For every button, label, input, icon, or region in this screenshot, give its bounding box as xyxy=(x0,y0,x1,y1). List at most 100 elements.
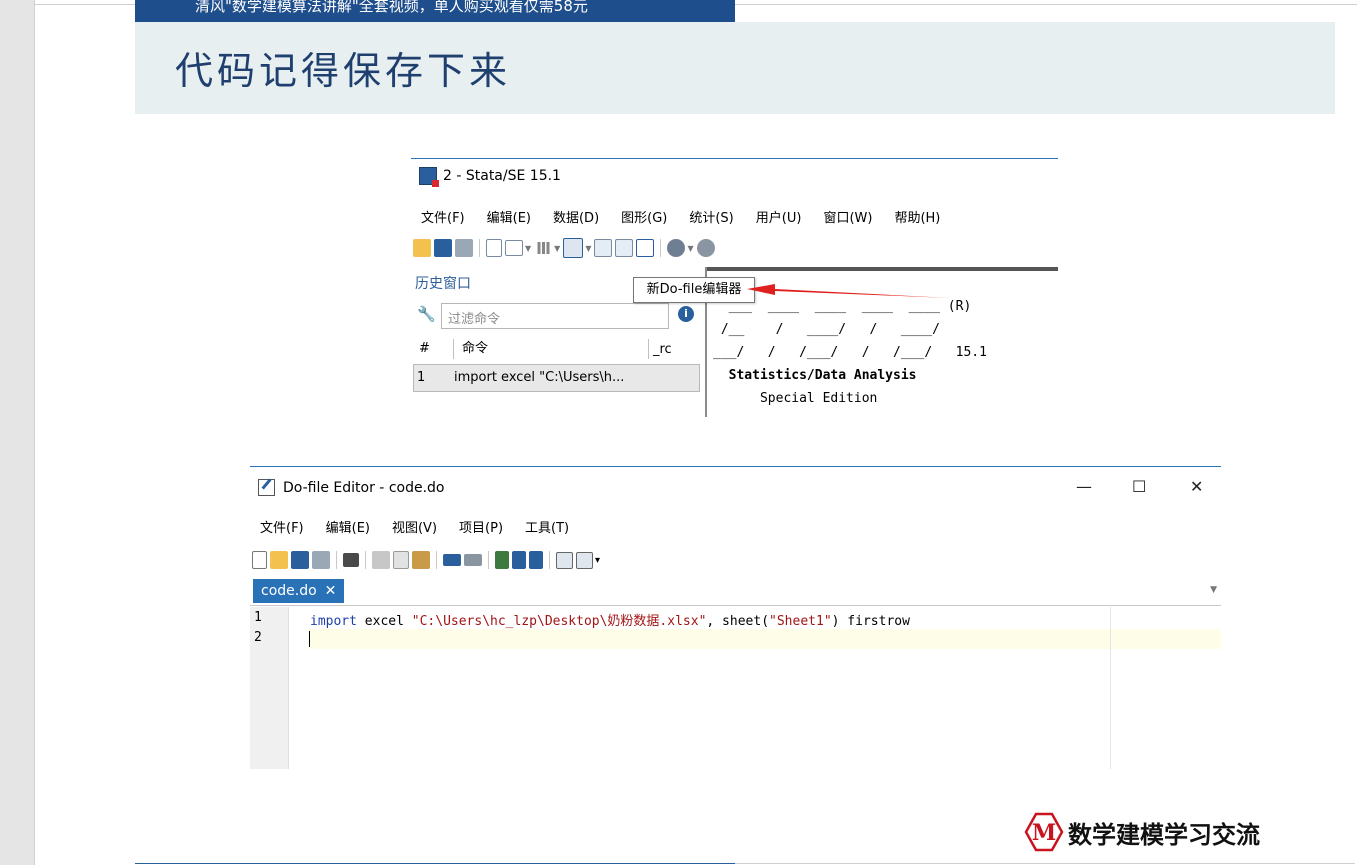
graph-dropdown-icon[interactable]: ▼ xyxy=(554,244,560,253)
results-window: ___ ____ ____ ____ ____ (R) /__ / ____/ … xyxy=(713,295,987,410)
execute-icon[interactable] xyxy=(576,551,593,569)
history-row-number: 1 xyxy=(417,370,426,385)
tab-close-icon[interactable]: ✕ xyxy=(325,583,337,599)
variables-manager-icon[interactable] xyxy=(636,239,655,257)
stata-app-icon xyxy=(419,167,439,187)
menu-user[interactable]: 用户(U) xyxy=(756,207,802,226)
menu-help[interactable]: 帮助(H) xyxy=(894,207,940,226)
red-arrow-icon xyxy=(747,284,950,298)
dofile-menu-bar: 文件(F) 编辑(E) 视图(V) 项目(P) 工具(T) xyxy=(260,517,591,536)
new-dofile-editor-icon[interactable] xyxy=(563,238,584,258)
filter-commands-input[interactable]: 过滤命令 xyxy=(441,303,669,329)
wrench-icon[interactable]: 🔧 xyxy=(417,305,436,323)
brand-text: 数学建模学习交流 xyxy=(1068,820,1260,849)
dofile-toolbar: ▾ xyxy=(252,549,600,571)
toolbar-separator xyxy=(436,551,437,569)
viewer-dropdown-icon[interactable]: ▼ xyxy=(525,244,531,253)
more-dropdown-icon[interactable]: ▼ xyxy=(687,244,693,253)
move-down-icon[interactable] xyxy=(529,551,543,569)
redo-icon[interactable] xyxy=(464,554,482,566)
dofile-menu-tools[interactable]: 工具(T) xyxy=(525,517,569,536)
menu-window[interactable]: 窗口(W) xyxy=(823,207,872,226)
stata-title-bar: 2 - Stata/SE 15.1 xyxy=(419,167,561,187)
print-icon[interactable] xyxy=(312,551,330,569)
graph-icon[interactable] xyxy=(534,242,553,254)
promo-banner: 清风"数学建模算法讲解"全套视频，单人购买观看仅需58元 xyxy=(135,0,735,22)
stata-subtitle: Statistics/Data Analysis xyxy=(713,368,917,383)
toolbar-separator xyxy=(365,551,366,569)
dofile-dropdown-icon[interactable]: ▼ xyxy=(585,244,591,253)
move-up-icon[interactable] xyxy=(512,551,526,569)
line-number-gutter: 1 2 xyxy=(250,607,289,769)
bottom-rule xyxy=(135,863,735,864)
brand-watermark: M 数学建模学习交流 xyxy=(1024,812,1260,852)
code-string-path: "C:\Users\hc_lzp\Desktop\奶粉数据.xlsx" xyxy=(411,614,707,629)
save-icon[interactable] xyxy=(434,239,452,257)
menu-edit[interactable]: 编辑(E) xyxy=(487,207,531,226)
code-keyword: import xyxy=(310,614,357,629)
copy-icon[interactable] xyxy=(393,551,409,569)
menu-graphics[interactable]: 图形(G) xyxy=(621,207,667,226)
tab-list-dropdown-icon[interactable]: ▼ xyxy=(1210,585,1217,595)
open-folder-icon[interactable] xyxy=(413,239,431,257)
more-icon[interactable] xyxy=(667,239,686,257)
history-row-command: import excel "C:\Users\h... xyxy=(454,370,625,385)
indent-icon[interactable] xyxy=(495,551,509,569)
find-icon[interactable] xyxy=(343,553,359,567)
column-header-number[interactable]: # xyxy=(419,341,430,356)
open-folder-icon[interactable] xyxy=(270,551,288,569)
code-text: , sheet( xyxy=(706,614,770,629)
code-text: excel xyxy=(356,614,412,629)
dofile-tab-bar: code.do ✕ ▼ xyxy=(250,577,1221,606)
info-icon[interactable]: i xyxy=(678,306,694,322)
history-row[interactable]: 1 import excel "C:\Users\h... xyxy=(413,364,700,392)
toolbar-separator xyxy=(479,239,480,257)
history-panel-title: 历史窗口 xyxy=(415,276,471,292)
new-dofile-tooltip: 新Do-file编辑器 xyxy=(633,277,755,303)
save-icon[interactable] xyxy=(291,551,309,569)
data-browser-icon[interactable] xyxy=(615,239,634,257)
paste-icon[interactable] xyxy=(412,551,430,569)
close-button[interactable]: ✕ xyxy=(1190,477,1203,496)
menu-statistics[interactable]: 统计(S) xyxy=(689,207,733,226)
history-filter: 🔧 过滤命令 i xyxy=(413,301,698,329)
minimize-button[interactable]: — xyxy=(1076,477,1092,496)
show-file-in-viewer-icon[interactable] xyxy=(556,551,573,569)
menu-file[interactable]: 文件(F) xyxy=(421,207,465,226)
log-icon[interactable] xyxy=(486,239,502,257)
execute-dropdown-icon[interactable]: ▾ xyxy=(595,555,600,566)
menu-data[interactable]: 数据(D) xyxy=(553,207,599,226)
data-editor-icon[interactable] xyxy=(594,239,613,257)
dofile-menu-file[interactable]: 文件(F) xyxy=(260,517,304,536)
column-header-rc[interactable]: _rc xyxy=(648,339,672,359)
dofile-title-bar: Do-file Editor - code.do xyxy=(258,479,444,496)
promo-banner-text: 清风"数学建模算法讲解"全套视频，单人购买观看仅需58元 xyxy=(195,0,588,15)
cut-icon[interactable] xyxy=(372,551,390,569)
code-text: ) firstrow xyxy=(831,614,910,629)
maximize-button[interactable]: ☐ xyxy=(1132,477,1146,496)
dofile-window-title: Do-file Editor - code.do xyxy=(283,479,445,496)
tab-code-do[interactable]: code.do ✕ xyxy=(253,579,345,603)
viewer-icon[interactable] xyxy=(505,240,523,256)
print-icon[interactable] xyxy=(455,239,473,257)
undo-icon[interactable] xyxy=(443,554,461,566)
column-header-command[interactable]: 命令 xyxy=(453,339,488,359)
dofile-menu-project[interactable]: 项目(P) xyxy=(459,517,503,536)
dofile-menu-view[interactable]: 视图(V) xyxy=(392,517,437,536)
code-editor[interactable]: import excel "C:\Users\hc_lzp\Desktop\奶粉… xyxy=(310,610,910,629)
code-string-sheet: "Sheet1" xyxy=(769,614,832,629)
brand-logo-letter: M xyxy=(1032,820,1056,846)
toolbar-separator xyxy=(336,551,337,569)
new-file-icon[interactable] xyxy=(252,551,267,569)
dofile-menu-edit[interactable]: 编辑(E) xyxy=(326,517,370,536)
stata-window-title: 2 - Stata/SE 15.1 xyxy=(443,168,561,184)
edge-margin-line xyxy=(1110,607,1111,769)
tab-label: code.do xyxy=(261,583,317,599)
history-table-header: # 命令 _rc xyxy=(413,339,698,359)
text-caret xyxy=(309,631,310,647)
dofile-editor-window: Do-file Editor - code.do — ☐ ✕ 文件(F) 编辑(… xyxy=(250,466,1221,769)
stata-logo-line-3: ___/ / /___/ / /___/ 15.1 xyxy=(713,345,987,360)
break-icon[interactable] xyxy=(696,239,715,257)
stata-toolbar: ▼ ▼ ▼ ▼ xyxy=(413,235,715,261)
current-line-highlight xyxy=(308,629,1221,649)
